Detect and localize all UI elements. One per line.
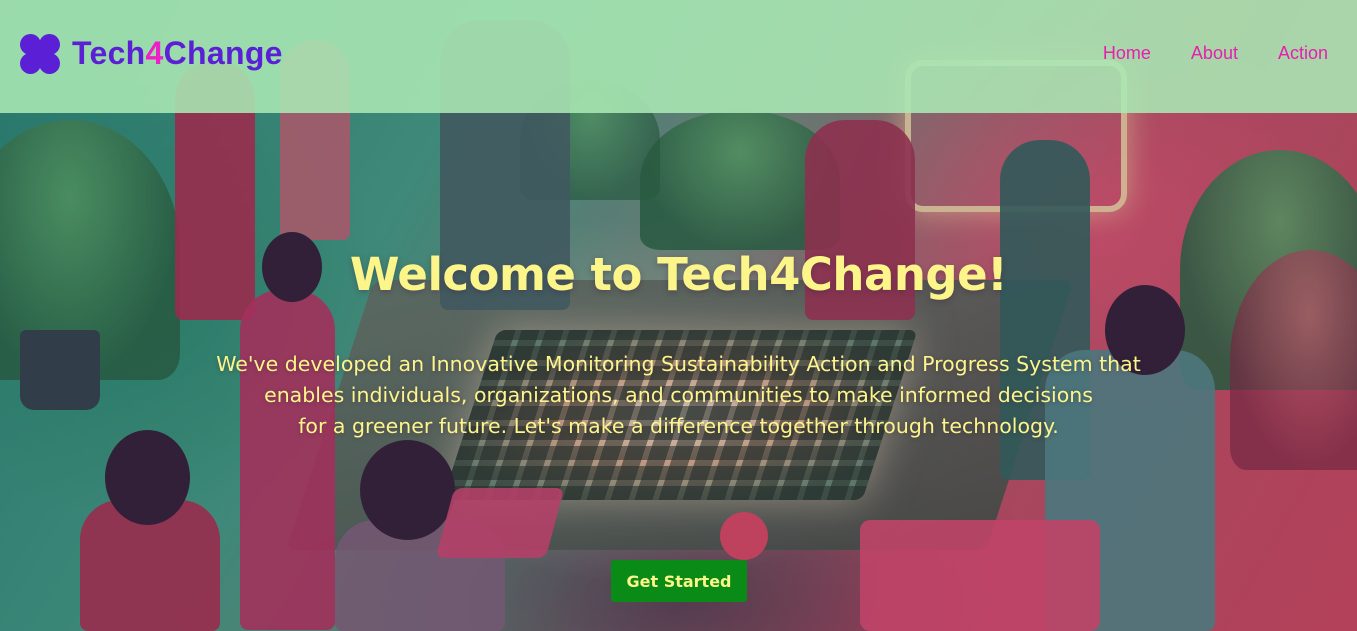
nav-link-about[interactable]: About (1191, 43, 1238, 64)
get-started-button[interactable]: Get Started (611, 560, 747, 602)
brand-name-prefix: Tech (72, 35, 146, 71)
hero-description-line: for a greener future. Let's make a diffe… (298, 414, 1059, 438)
nav-links: Home About Action (1103, 43, 1328, 64)
hero-description-line: We've developed an Innovative Monitoring… (216, 352, 1141, 376)
nav-link-action[interactable]: Action (1278, 43, 1328, 64)
navbar: Tech4Change Home About Action (0, 0, 1357, 113)
brand-name: Tech4Change (72, 35, 283, 72)
hero-content: Welcome to Tech4Change! We've developed … (0, 248, 1357, 442)
hero-title: Welcome to Tech4Change! (349, 248, 1008, 301)
brand-name-suffix: Change (163, 35, 283, 71)
clover-logo-icon (20, 33, 60, 74)
nav-link-home[interactable]: Home (1103, 43, 1151, 64)
brand[interactable]: Tech4Change (20, 33, 283, 74)
hero-section: Tech4Change Home About Action Welcome to… (0, 0, 1357, 631)
brand-name-number: 4 (145, 35, 164, 71)
hero-description: We've developed an Innovative Monitoring… (179, 349, 1179, 442)
hero-description-line: enables individuals, organizations, and … (264, 383, 1093, 407)
